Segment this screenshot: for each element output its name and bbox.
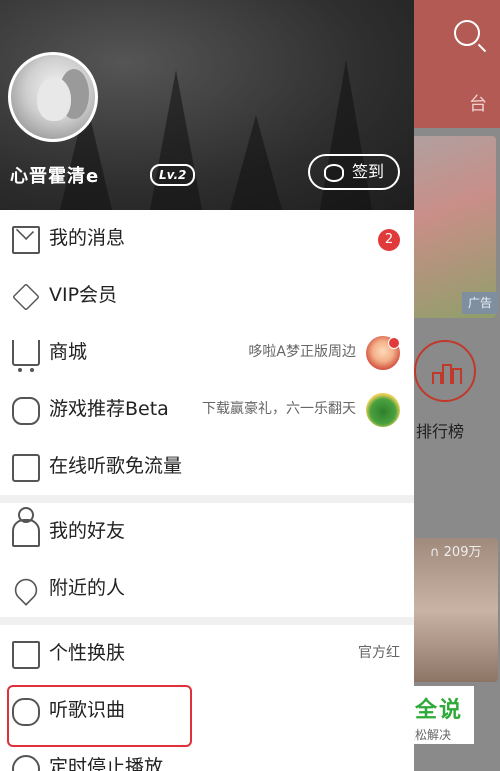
person-icon — [12, 507, 40, 547]
menu-item-label: VIP会员 — [49, 284, 118, 306]
menu-item-sleep-timer[interactable]: 定时停止播放 — [0, 739, 414, 771]
background-tree-shape — [150, 70, 202, 210]
avatar[interactable] — [8, 52, 98, 142]
location-pin-icon — [10, 574, 42, 606]
vip-diamond-icon — [12, 283, 40, 311]
menu-item-label: 我的好友 — [49, 520, 126, 542]
ranking-icon[interactable] — [414, 340, 476, 402]
gamepad-icon — [12, 397, 40, 425]
new-dot — [388, 337, 400, 349]
menu-item-vip[interactable]: VIP会员 — [0, 267, 414, 324]
game-thumbnail — [366, 393, 400, 427]
coin-stack-icon — [324, 164, 344, 182]
menu-item-label: 听歌识曲 — [49, 699, 126, 721]
menu-item-label: 定时停止播放 — [49, 756, 164, 771]
background-banner[interactable] — [414, 136, 496, 318]
menu-item-nearby[interactable]: 附近的人 — [0, 560, 414, 617]
profile-header: 心晋霍清e Lv.2 签到 — [0, 0, 414, 210]
cart-icon — [12, 340, 40, 372]
ad-label: 广告 — [462, 292, 498, 314]
signin-label: 签到 — [352, 162, 385, 181]
menu-item-subtext: 下载赢豪礼，六一乐翻天 — [202, 401, 356, 417]
menu-item-friends[interactable]: 我的好友 — [0, 503, 414, 560]
menu-item-games[interactable]: 游戏推荐Beta 下载赢豪礼，六一乐翻天 — [0, 381, 414, 438]
menu-item-subtext: 哆啦A梦正版周边 — [248, 344, 356, 360]
signin-button[interactable]: 签到 — [308, 154, 400, 190]
menu-item-messages[interactable]: 我的消息 2 — [0, 210, 414, 267]
menu-item-label: 我的消息 — [49, 227, 126, 249]
mic-icon — [12, 698, 40, 726]
menu-item-subtext: 官方红 — [358, 645, 400, 661]
menu-item-label: 商城 — [49, 341, 88, 363]
ranking-label[interactable]: 排行榜 — [416, 418, 464, 442]
menu-item-label: 游戏推荐Beta — [49, 398, 169, 420]
menu-item-shop[interactable]: 商城 哆啦A梦正版周边 — [0, 324, 414, 381]
tshirt-icon — [12, 641, 40, 669]
background-radio-label: 台 — [469, 94, 487, 115]
search-icon[interactable] — [454, 20, 480, 46]
background-app-panel: 台 广告 排行榜 ∩ 209万 — [414, 0, 500, 771]
navigation-drawer: 心晋霍清e Lv.2 签到 我的消息 2 VIP会员 商城 哆啦A梦正版周边 游… — [0, 0, 414, 771]
sim-card-icon — [12, 454, 40, 482]
mail-icon — [12, 226, 40, 254]
section-divider — [0, 495, 414, 503]
background-tree-shape — [230, 115, 282, 210]
username[interactable]: 心晋霍清e — [10, 162, 99, 188]
menu-item-skin[interactable]: 个性换肤 官方红 — [0, 625, 414, 682]
menu-item-label: 附近的人 — [49, 577, 126, 599]
menu-item-label: 在线听歌免流量 — [49, 455, 183, 477]
drawer-menu: 我的消息 2 VIP会员 商城 哆啦A梦正版周边 游戏推荐Beta 下载赢豪礼，… — [0, 210, 414, 771]
menu-item-free-data[interactable]: 在线听歌免流量 — [0, 438, 414, 495]
level-badge: Lv.2 — [150, 164, 196, 186]
menu-item-label: 个性换肤 — [49, 642, 126, 664]
menu-item-song-recognition[interactable]: 听歌识曲 — [0, 682, 414, 739]
unread-badge: 2 — [378, 229, 400, 251]
section-divider — [0, 617, 414, 625]
timer-icon — [12, 755, 40, 771]
play-count: ∩ 209万 — [430, 545, 482, 560]
background-top-bar: 台 — [414, 0, 500, 128]
